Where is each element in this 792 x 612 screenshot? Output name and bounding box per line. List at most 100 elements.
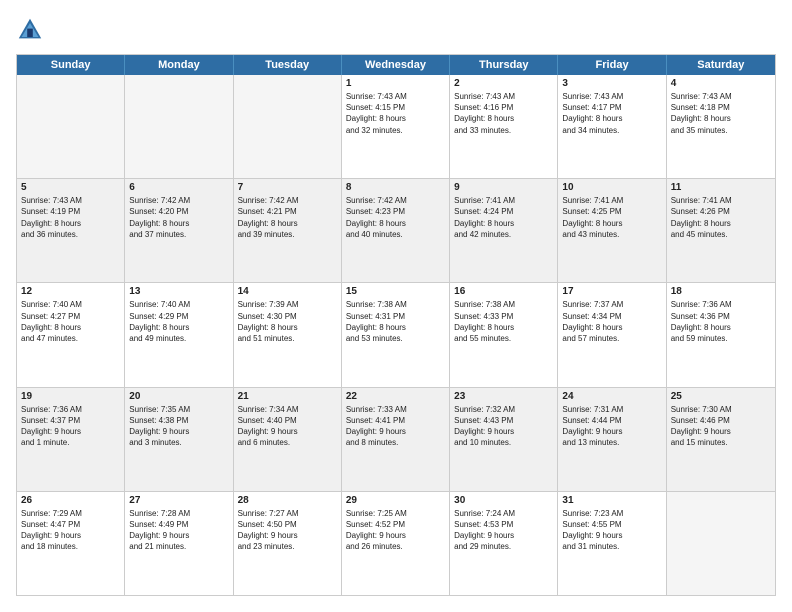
- day-number: 7: [238, 182, 337, 193]
- day-info: Sunrise: 7:41 AM Sunset: 4:24 PM Dayligh…: [454, 195, 553, 240]
- day-number: 26: [21, 495, 120, 506]
- day-number: 4: [671, 78, 771, 89]
- day-cell-2: 2Sunrise: 7:43 AM Sunset: 4:16 PM Daylig…: [450, 75, 558, 178]
- day-cell-14: 14 Sunrise: 7:39 AM Sunset: 4:30 PM Dayli…: [234, 283, 342, 386]
- day-number: 10: [562, 182, 661, 193]
- day-number: 16: [454, 286, 553, 297]
- day-cell-12: 12 Sunrise: 7:40 AM Sunset: 4:27 PM Dayli…: [17, 283, 125, 386]
- day-info: Sunrise: 7:24 AM Sunset: 4:53 PM Dayligh…: [454, 508, 553, 553]
- day-header-saturday: Saturday: [667, 55, 775, 75]
- day-info: Sunrise: 7:38 AM Sunset: 4:33 PM Dayligh…: [454, 299, 553, 344]
- day-cell-26: 26 Sunrise: 7:29 AM Sunset: 4:47 PM Dayli…: [17, 492, 125, 595]
- day-info: Sunrise: 7:32 AM Sunset: 4:43 PM Dayligh…: [454, 404, 553, 449]
- day-info: Sunrise: 7:38 AM Sunset: 4:31 PM Dayligh…: [346, 299, 445, 344]
- day-info: Sunrise: 7:25 AM Sunset: 4:52 PM Dayligh…: [346, 508, 445, 553]
- day-info: Sunrise: 7:39 AM Sunset: 4:30 PM Dayligh…: [238, 299, 337, 344]
- day-cell-16: 16 Sunrise: 7:38 AM Sunset: 4:33 PM Dayli…: [450, 283, 558, 386]
- day-number: 2: [454, 78, 553, 89]
- day-info: Sunrise: 7:33 AM Sunset: 4:41 PM Dayligh…: [346, 404, 445, 449]
- empty-cell: [17, 75, 125, 178]
- day-info: Sunrise: 7:35 AM Sunset: 4:38 PM Dayligh…: [129, 404, 228, 449]
- day-number: 24: [562, 391, 661, 402]
- day-number: 14: [238, 286, 337, 297]
- day-info: Sunrise: 7:31 AM Sunset: 4:44 PM Dayligh…: [562, 404, 661, 449]
- calendar-row-5: 26 Sunrise: 7:29 AM Sunset: 4:47 PM Dayli…: [17, 492, 775, 595]
- day-number: 30: [454, 495, 553, 506]
- day-number: 5: [21, 182, 120, 193]
- day-number: 29: [346, 495, 445, 506]
- day-cell-30: 30 Sunrise: 7:24 AM Sunset: 4:53 PM Dayli…: [450, 492, 558, 595]
- day-info: Sunrise: 7:29 AM Sunset: 4:47 PM Dayligh…: [21, 508, 120, 553]
- day-cell-3: 3 Sunrise: 7:43 AM Sunset: 4:17 PM Daylig…: [558, 75, 666, 178]
- day-cell-25: 25 Sunrise: 7:30 AM Sunset: 4:46 PM Dayli…: [667, 388, 775, 491]
- page: SundayMondayTuesdayWednesdayThursdayFrid…: [0, 0, 792, 612]
- empty-cell: [125, 75, 233, 178]
- day-cell-7: 7 Sunrise: 7:42 AM Sunset: 4:21 PM Daylig…: [234, 179, 342, 282]
- day-info: Sunrise: 7:23 AM Sunset: 4:55 PM Dayligh…: [562, 508, 661, 553]
- logo: [16, 16, 48, 44]
- logo-icon: [16, 16, 44, 44]
- header: [16, 16, 776, 44]
- day-cell-27: 27Sunrise: 7:28 AM Sunset: 4:49 PM Dayli…: [125, 492, 233, 595]
- day-cell-21: 21 Sunrise: 7:34 AM Sunset: 4:40 PM Dayli…: [234, 388, 342, 491]
- day-cell-23: 23 Sunrise: 7:32 AM Sunset: 4:43 PM Dayli…: [450, 388, 558, 491]
- day-cell-17: 17Sunrise: 7:37 AM Sunset: 4:34 PM Dayli…: [558, 283, 666, 386]
- empty-cell: [667, 492, 775, 595]
- day-cell-15: 15 Sunrise: 7:38 AM Sunset: 4:31 PM Dayli…: [342, 283, 450, 386]
- day-info: Sunrise: 7:40 AM Sunset: 4:27 PM Dayligh…: [21, 299, 120, 344]
- day-cell-28: 28 Sunrise: 7:27 AM Sunset: 4:50 PM Dayli…: [234, 492, 342, 595]
- day-number: 12: [21, 286, 120, 297]
- day-info: Sunrise: 7:34 AM Sunset: 4:40 PM Dayligh…: [238, 404, 337, 449]
- calendar-row-4: 19Sunrise: 7:36 AM Sunset: 4:37 PM Dayli…: [17, 388, 775, 492]
- calendar: SundayMondayTuesdayWednesdayThursdayFrid…: [16, 54, 776, 596]
- day-cell-24: 24 Sunrise: 7:31 AM Sunset: 4:44 PM Dayli…: [558, 388, 666, 491]
- day-header-monday: Monday: [125, 55, 233, 75]
- calendar-body: 1Sunrise: 7:43 AM Sunset: 4:15 PM Daylig…: [17, 75, 775, 595]
- day-number: 8: [346, 182, 445, 193]
- day-number: 3: [562, 78, 661, 89]
- calendar-row-3: 12 Sunrise: 7:40 AM Sunset: 4:27 PM Dayli…: [17, 283, 775, 387]
- day-header-tuesday: Tuesday: [234, 55, 342, 75]
- day-cell-10: 10 Sunrise: 7:41 AM Sunset: 4:25 PM Dayli…: [558, 179, 666, 282]
- day-header-wednesday: Wednesday: [342, 55, 450, 75]
- day-info: Sunrise: 7:42 AM Sunset: 4:21 PM Dayligh…: [238, 195, 337, 240]
- calendar-row-2: 5 Sunrise: 7:43 AM Sunset: 4:19 PM Daylig…: [17, 179, 775, 283]
- day-number: 13: [129, 286, 228, 297]
- day-info: Sunrise: 7:43 AM Sunset: 4:17 PM Dayligh…: [562, 91, 661, 136]
- day-cell-9: 9 Sunrise: 7:41 AM Sunset: 4:24 PM Daylig…: [450, 179, 558, 282]
- day-info: Sunrise: 7:40 AM Sunset: 4:29 PM Dayligh…: [129, 299, 228, 344]
- day-number: 9: [454, 182, 553, 193]
- day-info: Sunrise: 7:42 AM Sunset: 4:20 PM Dayligh…: [129, 195, 228, 240]
- day-cell-29: 29 Sunrise: 7:25 AM Sunset: 4:52 PM Dayli…: [342, 492, 450, 595]
- day-info: Sunrise: 7:36 AM Sunset: 4:36 PM Dayligh…: [671, 299, 771, 344]
- day-number: 21: [238, 391, 337, 402]
- calendar-row-1: 1Sunrise: 7:43 AM Sunset: 4:15 PM Daylig…: [17, 75, 775, 179]
- day-number: 18: [671, 286, 771, 297]
- day-number: 28: [238, 495, 337, 506]
- day-info: Sunrise: 7:42 AM Sunset: 4:23 PM Dayligh…: [346, 195, 445, 240]
- day-info: Sunrise: 7:41 AM Sunset: 4:25 PM Dayligh…: [562, 195, 661, 240]
- day-number: 23: [454, 391, 553, 402]
- empty-cell: [234, 75, 342, 178]
- day-cell-8: 8 Sunrise: 7:42 AM Sunset: 4:23 PM Daylig…: [342, 179, 450, 282]
- calendar-header: SundayMondayTuesdayWednesdayThursdayFrid…: [17, 55, 775, 75]
- day-number: 15: [346, 286, 445, 297]
- day-cell-4: 4Sunrise: 7:43 AM Sunset: 4:18 PM Daylig…: [667, 75, 775, 178]
- day-header-sunday: Sunday: [17, 55, 125, 75]
- day-cell-13: 13 Sunrise: 7:40 AM Sunset: 4:29 PM Dayli…: [125, 283, 233, 386]
- day-cell-19: 19Sunrise: 7:36 AM Sunset: 4:37 PM Dayli…: [17, 388, 125, 491]
- day-number: 31: [562, 495, 661, 506]
- day-number: 25: [671, 391, 771, 402]
- day-info: Sunrise: 7:27 AM Sunset: 4:50 PM Dayligh…: [238, 508, 337, 553]
- day-cell-11: 11Sunrise: 7:41 AM Sunset: 4:26 PM Dayli…: [667, 179, 775, 282]
- day-info: Sunrise: 7:43 AM Sunset: 4:15 PM Dayligh…: [346, 91, 445, 136]
- day-info: Sunrise: 7:43 AM Sunset: 4:19 PM Dayligh…: [21, 195, 120, 240]
- day-number: 22: [346, 391, 445, 402]
- day-header-friday: Friday: [558, 55, 666, 75]
- day-number: 11: [671, 182, 771, 193]
- day-number: 6: [129, 182, 228, 193]
- day-info: Sunrise: 7:30 AM Sunset: 4:46 PM Dayligh…: [671, 404, 771, 449]
- day-info: Sunrise: 7:28 AM Sunset: 4:49 PM Dayligh…: [129, 508, 228, 553]
- day-cell-18: 18 Sunrise: 7:36 AM Sunset: 4:36 PM Dayli…: [667, 283, 775, 386]
- day-cell-22: 22 Sunrise: 7:33 AM Sunset: 4:41 PM Dayli…: [342, 388, 450, 491]
